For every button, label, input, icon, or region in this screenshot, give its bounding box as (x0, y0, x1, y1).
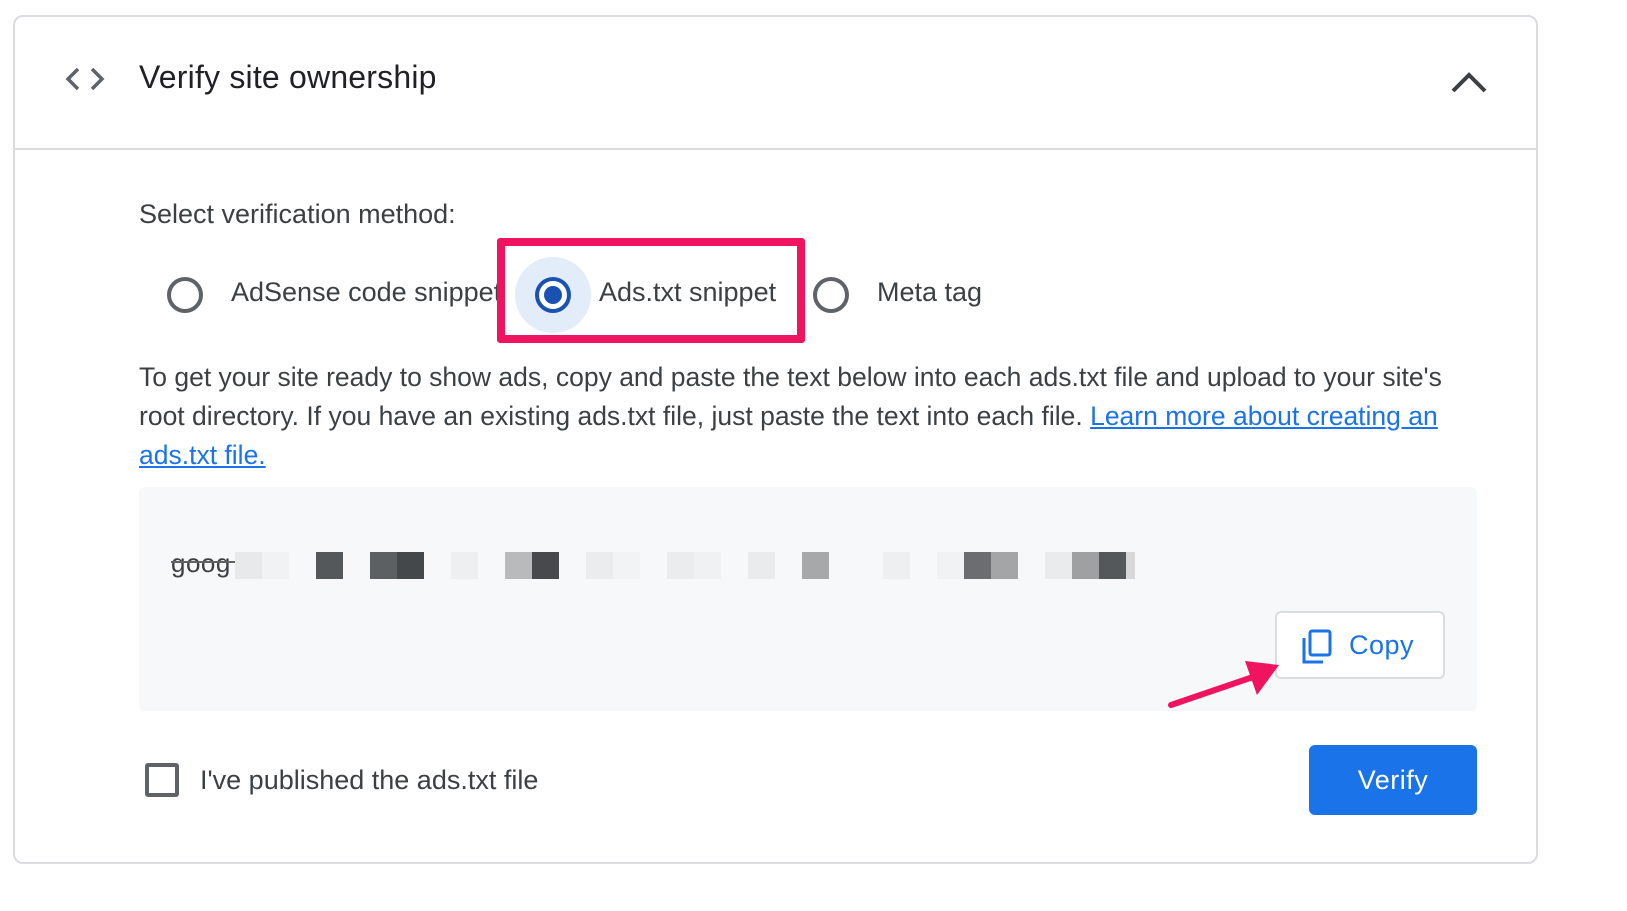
redaction-block (883, 552, 910, 579)
redaction-block (964, 552, 991, 579)
redaction-block (370, 552, 397, 579)
redaction-block (586, 552, 613, 579)
verify-button[interactable]: Verify (1309, 745, 1477, 815)
radio-label-clip: AdSense code snippet (231, 275, 497, 315)
redaction-block (1126, 552, 1135, 579)
redaction-block (802, 552, 829, 579)
annotation-arrow-icon (1168, 661, 1279, 708)
verify-site-ownership-card: Verify site ownership Select verificatio… (13, 15, 1538, 864)
redaction-block (667, 552, 694, 579)
radio-adsense-code-snippet[interactable] (167, 277, 203, 313)
snippet-text: goog (171, 548, 231, 578)
chevron-up-icon[interactable] (1449, 67, 1489, 97)
redaction-block (532, 552, 559, 579)
redaction-block (316, 552, 343, 579)
redaction-block (694, 552, 721, 579)
redaction-block (262, 552, 289, 579)
instructions-text: To get your site ready to show ads, copy… (139, 358, 1449, 475)
redaction-block (937, 552, 964, 579)
published-checkbox-label[interactable]: I've published the ads.txt file (200, 765, 538, 796)
verification-method-label: Select verification method: (139, 199, 456, 229)
redaction-block (235, 552, 262, 579)
redaction-block (1072, 552, 1099, 579)
redaction-block (505, 552, 532, 579)
redaction-block (1099, 552, 1126, 579)
copy-icon (1302, 629, 1332, 664)
redaction-block (397, 552, 424, 579)
redaction-block (451, 552, 478, 579)
card-header[interactable]: Verify site ownership (15, 17, 1536, 150)
copy-button-label: Copy (1349, 630, 1415, 660)
copy-button[interactable]: Copy (1275, 611, 1445, 679)
radio-meta-tag[interactable] (813, 277, 849, 313)
section-title: Verify site ownership (139, 59, 437, 95)
redaction-block (1045, 552, 1072, 579)
annotation-highlight-box (497, 238, 805, 343)
snippet-redaction-line (171, 561, 235, 563)
radio-label-adsense-code-snippet[interactable]: AdSense code snippet (231, 277, 497, 308)
redaction-block (748, 552, 775, 579)
code-brackets-icon (65, 67, 105, 91)
published-checkbox[interactable] (145, 763, 179, 797)
redaction-block (991, 552, 1018, 579)
radio-label-meta-tag[interactable]: Meta tag (877, 277, 982, 308)
redaction-block (613, 552, 640, 579)
